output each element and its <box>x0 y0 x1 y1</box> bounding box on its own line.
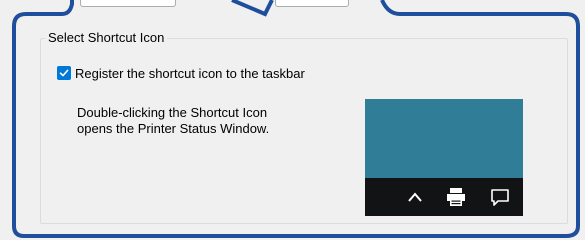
description-line-2: opens the Printer Status Window. <box>77 121 270 136</box>
tab-stub-left[interactable] <box>80 0 176 7</box>
taskbar-preview <box>365 178 523 216</box>
printer-icon <box>444 186 468 208</box>
description-line-1: Double-clicking the Shortcut Icon <box>77 105 268 120</box>
shortcut-description: Double-clicking the Shortcut Icon opens … <box>77 105 347 137</box>
screenshot-stage: Select Shortcut Icon Register the shortc… <box>0 0 585 240</box>
chevron-up-icon <box>403 186 427 208</box>
checkmark-icon <box>59 69 69 77</box>
tab-stub-right[interactable] <box>275 0 349 7</box>
groupbox-title: Select Shortcut Icon <box>45 30 168 46</box>
register-taskbar-checkbox-row[interactable]: Register the shortcut icon to the taskba… <box>57 65 305 81</box>
action-center-icon <box>488 186 512 208</box>
register-taskbar-label[interactable]: Register the shortcut icon to the taskba… <box>75 66 305 81</box>
register-taskbar-checkbox[interactable] <box>57 66 71 80</box>
